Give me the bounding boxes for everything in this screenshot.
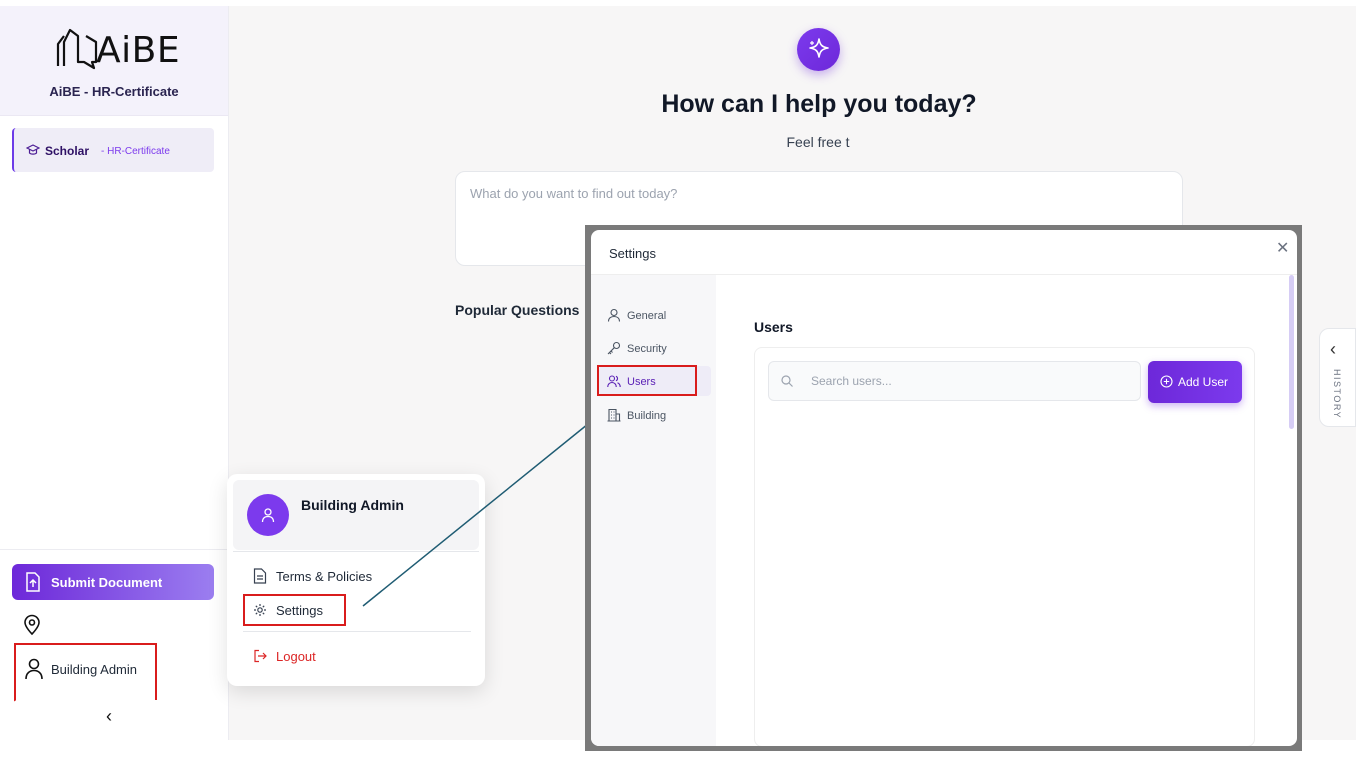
building-icon: [607, 408, 621, 422]
add-user-button[interactable]: Add User: [1148, 361, 1242, 403]
scrollbar[interactable]: [1289, 275, 1294, 429]
collapse-sidebar-button[interactable]: ‹: [12, 700, 214, 734]
add-user-label: Add User: [1178, 375, 1229, 389]
user-menu-name: Building Admin: [301, 497, 404, 513]
sidebar-item-scholar[interactable]: Scholar - HR-Certificate: [12, 128, 214, 172]
users-panel: Add User: [754, 347, 1255, 746]
upload-file-icon: [26, 572, 40, 592]
document-icon: [253, 568, 267, 584]
users-icon: [607, 375, 621, 388]
divider: [0, 549, 228, 550]
plus-circle-icon: [1160, 375, 1173, 388]
history-label: HISTORY: [1332, 369, 1342, 420]
close-icon[interactable]: ✕: [1276, 238, 1289, 258]
settings-nav-label: General: [627, 310, 667, 322]
key-icon: [607, 341, 621, 355]
chevron-left-icon: ‹: [106, 706, 112, 726]
user-profile-button[interactable]: Building Admin: [14, 643, 157, 704]
gear-icon: [254, 604, 266, 616]
brand-header: AiBE AiBE - HR-Certificate: [0, 6, 228, 116]
search-icon: [781, 375, 793, 387]
user-icon: [607, 308, 621, 322]
sidebar: AiBE AiBE - HR-Certificate Scholar - HR-…: [0, 6, 229, 740]
project-name: Scholar: [45, 144, 90, 158]
query-input[interactable]: [470, 186, 1070, 201]
settings-nav-label: Users: [627, 376, 656, 388]
page-subtitle: Feel free t: [786, 134, 850, 150]
settings-modal: Settings ✕ General Security Users Buildi…: [591, 230, 1297, 746]
submit-document-label: Submit Document: [51, 575, 163, 590]
page-title: How can I help you today?: [661, 90, 977, 118]
search-box[interactable]: [768, 361, 1141, 401]
settings-nav-label: Security: [627, 343, 667, 355]
chevron-left-icon: ‹: [1330, 339, 1336, 359]
submit-document-button[interactable]: Submit Document: [12, 564, 214, 600]
settings-nav-users[interactable]: Users: [607, 374, 707, 394]
logo-text: AiBE: [96, 30, 181, 71]
settings-modal-title: Settings: [609, 246, 656, 261]
sparkle-icon: [797, 28, 840, 71]
brand-subtitle: AiBE - HR-Certificate: [49, 84, 179, 99]
settings-nav-label: Building: [627, 410, 667, 422]
settings-callout-frame: Settings ✕ General Security Users Buildi…: [585, 225, 1302, 751]
user-icon: [25, 658, 43, 680]
settings-nav-security[interactable]: Security: [607, 341, 707, 361]
history-toggle[interactable]: ‹ HISTORY: [1319, 328, 1356, 427]
divider: [243, 631, 471, 632]
graduation-cap-icon: [26, 144, 40, 155]
menu-item-label: Terms & Policies: [276, 569, 373, 584]
user-name-label: Building Admin: [51, 662, 137, 677]
divider: [233, 551, 479, 552]
logout-icon: [254, 649, 267, 663]
user-menu-popup: Building Admin Terms & Policies Settings…: [227, 474, 485, 686]
menu-item-label: Settings: [276, 603, 323, 618]
users-section-title: Users: [754, 319, 793, 335]
settings-nav-general[interactable]: General: [607, 308, 707, 328]
avatar: [247, 494, 289, 536]
user-menu-header: Building Admin: [233, 480, 479, 550]
project-tag: - HR-Certificate: [101, 146, 170, 157]
location-pin-icon[interactable]: [22, 614, 42, 636]
search-users-input[interactable]: [811, 374, 1131, 388]
popular-questions-title: Popular Questions: [455, 302, 580, 318]
settings-nav-building[interactable]: Building: [607, 408, 707, 428]
logout-label: Logout: [276, 649, 316, 664]
